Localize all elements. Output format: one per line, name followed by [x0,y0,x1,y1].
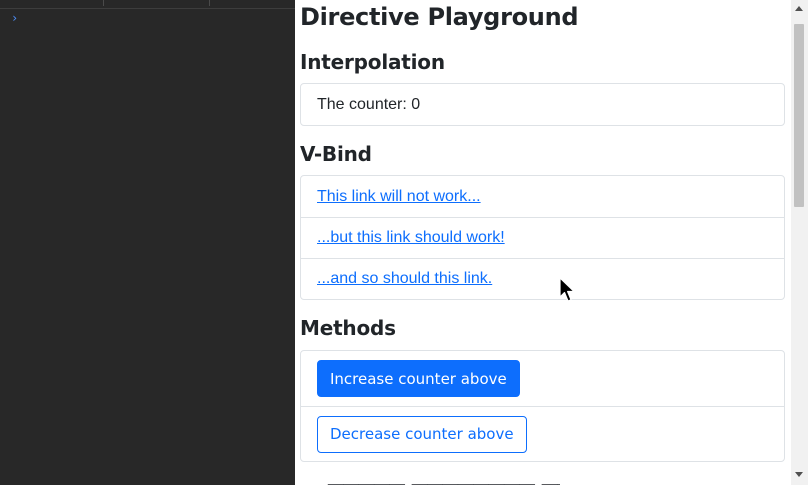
cutoff-heading-text: ▆▆▆▆▆ ▆▆▆▆▆▆▆▆ ▆▆▆ [328,478,560,485]
interpolation-heading: Interpolation [300,50,445,74]
increase-counter-button[interactable]: Increase counter above [317,360,520,397]
methods-list: Increase counter above Decrease counter … [300,350,785,462]
decrease-counter-button[interactable]: Decrease counter above [317,415,527,453]
broken-link[interactable]: This link will not work... [317,188,481,206]
vbind-heading: V-Bind [300,142,372,166]
scroll-down-arrow-icon[interactable] [795,472,803,477]
mouse-pointer-icon [559,277,575,302]
vbind-list: This link will not work... ...but this l… [300,175,785,300]
interpolation-list: The counter: 0 [300,83,785,126]
scroll-up-arrow-icon[interactable] [795,6,803,11]
working-link[interactable]: ...but this link should work! [317,229,505,247]
page-viewport: Directive Playground Interpolation The c… [295,0,791,485]
next-section-heading-cutoff: ▆▆▆▆▆ ▆▆▆▆▆▆▆▆ ▆▆▆ [300,474,560,485]
list-item: This link will not work... [301,176,784,217]
counter-display: The counter: 0 [317,95,421,113]
shorthand-link[interactable]: ...and so should this link. [317,270,492,288]
console-toolbar [0,0,295,9]
toolbar-divider [209,0,210,6]
vertical-scrollbar[interactable] [791,0,808,485]
list-item: Decrease counter above [301,406,784,461]
methods-heading: Methods [300,316,396,340]
toolbar-divider [103,0,104,6]
list-item: ...but this link should work! [301,217,784,258]
devtools-console[interactable]: › [0,0,295,485]
list-item: Increase counter above [301,351,784,406]
page-title: Directive Playground [300,3,579,31]
console-prompt-chevron-icon[interactable]: › [11,12,18,24]
list-item: ...and so should this link. [301,258,784,299]
scrollbar-thumb[interactable] [794,24,804,207]
